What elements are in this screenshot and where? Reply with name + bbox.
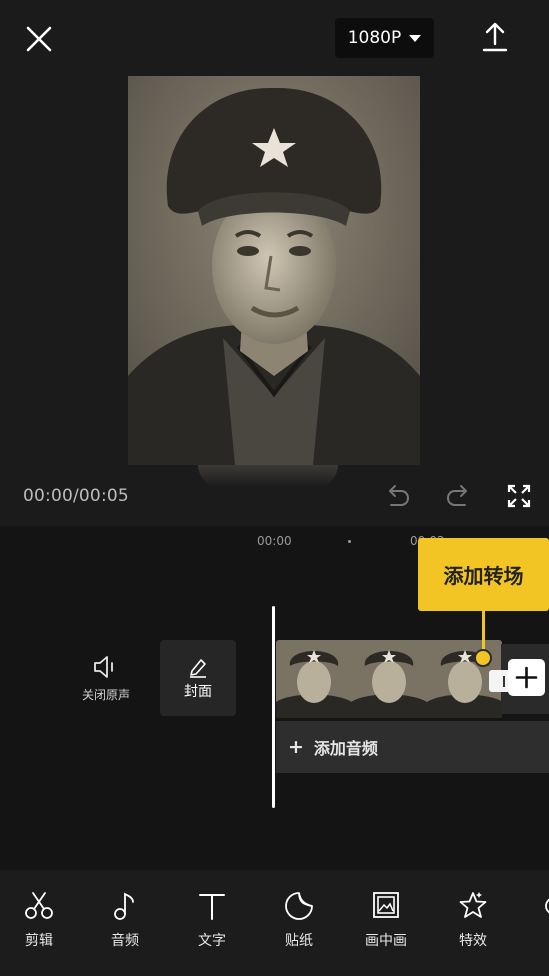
music-note-icon	[114, 892, 134, 920]
export-upload-icon[interactable]	[478, 20, 512, 54]
add-clip-button[interactable]	[508, 659, 545, 696]
edit-pen-icon	[190, 659, 206, 678]
clip-thumbnail	[351, 640, 428, 718]
cover-label: 封面	[184, 684, 212, 700]
ruler-time-start: 00:00	[257, 534, 292, 548]
undo-icon[interactable]	[383, 481, 413, 511]
tool-label: 特效	[459, 933, 487, 949]
video-preview: 00:00/00:05	[0, 76, 549, 526]
tool-text[interactable]: 文字	[177, 890, 247, 950]
bottom-toolbar: 剪辑 音频 文字 贴纸 画中画 特效	[0, 870, 549, 976]
close-icon[interactable]	[22, 22, 56, 56]
top-bar: 1080P	[0, 0, 549, 76]
timeline-panel: 00:00 00:02 关闭原声 封面	[0, 526, 549, 870]
mute-original-audio-label: 关闭原声	[81, 688, 130, 702]
tool-audio[interactable]: 音频	[90, 890, 160, 950]
preview-photo	[128, 76, 420, 465]
preview-photo-shadow	[198, 465, 338, 487]
mute-original-audio-button[interactable]: 关闭原声	[68, 654, 144, 718]
ruler-tick	[348, 540, 351, 543]
tool-sticker[interactable]: 贴纸	[264, 890, 334, 950]
speaker-icon	[94, 656, 113, 678]
tool-edit[interactable]: 剪辑	[4, 890, 74, 950]
clip-trim-handle[interactable]	[489, 670, 509, 692]
tool-picture-in-picture[interactable]: 画中画	[351, 890, 421, 950]
partial-tool-icon	[545, 898, 549, 914]
tool-more-partial[interactable]	[526, 890, 549, 922]
fullscreen-icon[interactable]	[504, 481, 534, 511]
plus-icon	[515, 666, 538, 689]
tool-label: 画中画	[365, 933, 407, 949]
resolution-selector[interactable]: 1080P	[335, 18, 434, 58]
picture-in-picture-icon	[373, 892, 399, 918]
add-audio-label: 添加音频	[313, 739, 378, 758]
caret-down-icon	[409, 34, 422, 42]
transition-point[interactable]	[474, 649, 492, 667]
timecode: 00:00/00:05	[23, 486, 129, 506]
video-clip[interactable]	[276, 640, 502, 718]
add-audio-track[interactable]: + 添加音频	[276, 721, 549, 773]
tool-effects[interactable]: 特效	[438, 890, 508, 950]
text-icon	[199, 894, 225, 920]
tool-label: 音频	[111, 933, 139, 949]
tool-label: 剪辑	[25, 933, 53, 949]
tool-label: 文字	[198, 933, 226, 949]
scissors-icon	[25, 892, 53, 919]
add-audio-plus: +	[288, 736, 304, 758]
playhead[interactable]	[272, 606, 275, 808]
effects-star-icon	[459, 892, 487, 918]
redo-icon[interactable]	[443, 481, 473, 511]
sticker-icon	[285, 892, 313, 920]
add-transition-tooltip[interactable]: 添加转场	[418, 538, 549, 611]
resolution-label: 1080P	[347, 28, 402, 48]
clip-thumbnail	[276, 640, 352, 718]
cover-button[interactable]: 封面	[160, 640, 236, 716]
tooltip-pointer	[482, 610, 485, 650]
tool-label: 贴纸	[285, 933, 313, 949]
